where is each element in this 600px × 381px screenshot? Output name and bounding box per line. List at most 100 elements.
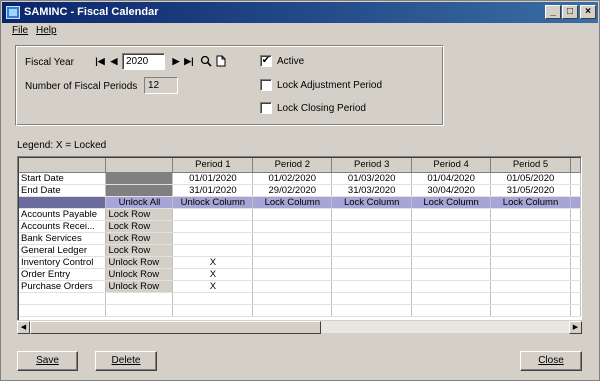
module-row: General Ledger Lock Row <box>19 244 581 257</box>
period-header[interactable]: Period 5 <box>490 158 571 173</box>
lock-cell[interactable] <box>252 280 333 293</box>
empty-cell <box>105 292 174 305</box>
lock-cell[interactable] <box>490 280 571 293</box>
module-row: Order Entry Unlock Row X <box>19 268 581 281</box>
end-date-cell[interactable]: 31/05/2020 <box>490 184 571 197</box>
column-action-button[interactable]: Lock Column <box>490 196 571 209</box>
lock-cell[interactable] <box>411 268 492 281</box>
start-date-cell[interactable]: 01/02/2020 <box>252 172 333 185</box>
end-date-row: End Date 31/01/2020 29/02/2020 31/03/202… <box>19 184 581 197</box>
lock-cell[interactable] <box>411 280 492 293</box>
lock-cell[interactable] <box>490 244 571 257</box>
lock-cell[interactable] <box>252 256 333 269</box>
close-window-button[interactable]: × <box>580 5 596 19</box>
empty-cell <box>570 304 581 317</box>
lock-cell[interactable] <box>490 268 571 281</box>
lock-cell[interactable] <box>331 220 413 233</box>
end-date-cell[interactable]: 29/02/2020 <box>252 184 333 197</box>
active-checkbox[interactable]: ✔ <box>260 55 272 67</box>
empty-cell <box>411 304 492 317</box>
start-date-cell[interactable]: 01/01/2020 <box>172 172 254 185</box>
document-icon[interactable] <box>216 55 226 67</box>
row-action-button[interactable]: Lock Row <box>105 232 174 245</box>
lock-cell[interactable] <box>252 268 333 281</box>
scroll-thumb[interactable] <box>30 321 321 334</box>
lock-cell[interactable] <box>331 280 413 293</box>
maximize-button[interactable]: □ <box>562 5 578 19</box>
end-date-cell[interactable]: 31/03/2020 <box>331 184 413 197</box>
unlock-all-button[interactable]: Unlock All <box>105 196 174 209</box>
period-header[interactable]: Period 4 <box>411 158 492 173</box>
lock-cell[interactable] <box>331 268 413 281</box>
module-name: Inventory Control <box>19 256 107 269</box>
lock-cell[interactable] <box>172 220 254 233</box>
lock-cell[interactable] <box>411 244 492 257</box>
lock-cell[interactable] <box>490 220 571 233</box>
column-action-button[interactable]: Lock Column <box>411 196 492 209</box>
lock-cell[interactable] <box>331 232 413 245</box>
save-button[interactable]: Save <box>17 351 78 371</box>
menu-file[interactable]: File <box>12 25 28 36</box>
minimize-button[interactable]: _ <box>545 5 561 19</box>
lock-cell[interactable] <box>252 220 333 233</box>
search-icon[interactable] <box>200 55 212 67</box>
period-header[interactable]: Period 3 <box>331 158 413 173</box>
close-button[interactable]: Close <box>520 351 582 371</box>
lock-cell[interactable] <box>252 244 333 257</box>
lock-cell[interactable]: X <box>172 268 254 281</box>
lock-cell[interactable] <box>411 232 492 245</box>
horizontal-scrollbar[interactable]: ◀ ▶ <box>17 320 582 334</box>
app-icon <box>6 6 20 19</box>
first-icon[interactable]: |◀ <box>95 56 105 66</box>
scroll-left-icon[interactable]: ◀ <box>17 321 30 334</box>
period-header[interactable]: Period 2 <box>252 158 333 173</box>
column-action-button[interactable]: Unlock Column <box>172 196 254 209</box>
lock-cell[interactable] <box>490 208 571 221</box>
lock-cell[interactable] <box>411 208 492 221</box>
start-date-cell[interactable]: 01/04/2020 <box>411 172 492 185</box>
row-action-button[interactable]: Unlock Row <box>105 280 174 293</box>
lock-cell[interactable] <box>252 208 333 221</box>
delete-button[interactable]: Delete <box>95 351 157 371</box>
row-action-button[interactable]: Lock Row <box>105 220 174 233</box>
lock-cell[interactable] <box>172 232 254 245</box>
title-bar[interactable]: SAMINC - Fiscal Calendar _ □ × <box>2 2 598 23</box>
module-name: General Ledger <box>19 244 107 257</box>
lock-cell[interactable] <box>490 256 571 269</box>
overflow-cell <box>570 256 581 269</box>
menu-help[interactable]: Help <box>36 25 57 36</box>
start-date-cell[interactable]: 01/05/2020 <box>490 172 571 185</box>
column-action-label-empty <box>19 196 107 209</box>
lock-cell[interactable] <box>490 232 571 245</box>
row-action-button[interactable]: Lock Row <box>105 208 174 221</box>
start-date-cell[interactable]: 01/03/2020 <box>331 172 413 185</box>
module-row: Accounts Payable Lock Row <box>19 208 581 221</box>
prev-icon[interactable]: ◀ <box>109 56 119 66</box>
scroll-right-icon[interactable]: ▶ <box>569 321 582 334</box>
fiscal-year-input[interactable]: 2020 <box>122 53 165 70</box>
lock-cell[interactable] <box>331 256 413 269</box>
lock-closing-checkbox[interactable] <box>260 102 272 114</box>
row-action-button[interactable]: Unlock Row <box>105 256 174 269</box>
lock-cell[interactable] <box>331 244 413 257</box>
last-icon[interactable]: ▶| <box>184 56 194 66</box>
column-action-button[interactable]: Lock Column <box>331 196 413 209</box>
end-date-cell[interactable]: 30/04/2020 <box>411 184 492 197</box>
lock-cell[interactable]: X <box>172 280 254 293</box>
column-action-button[interactable]: Lock Column <box>252 196 333 209</box>
lock-cell[interactable] <box>172 208 254 221</box>
end-date-cell[interactable]: 31/01/2020 <box>172 184 254 197</box>
fiscal-periods-grid[interactable]: Period 1 Period 2 Period 3 Period 4 Peri… <box>17 156 582 332</box>
next-icon[interactable]: ▶ <box>171 56 181 66</box>
row-action-button[interactable]: Lock Row <box>105 244 174 257</box>
lock-cell[interactable] <box>252 232 333 245</box>
lock-adjustment-checkbox[interactable] <box>260 79 272 91</box>
lock-cell[interactable] <box>331 208 413 221</box>
period-header[interactable]: Period 1 <box>172 158 254 173</box>
action-header <box>105 158 174 173</box>
lock-cell[interactable]: X <box>172 256 254 269</box>
lock-cell[interactable] <box>411 220 492 233</box>
row-action-button[interactable]: Unlock Row <box>105 268 174 281</box>
lock-cell[interactable] <box>172 244 254 257</box>
lock-cell[interactable] <box>411 256 492 269</box>
